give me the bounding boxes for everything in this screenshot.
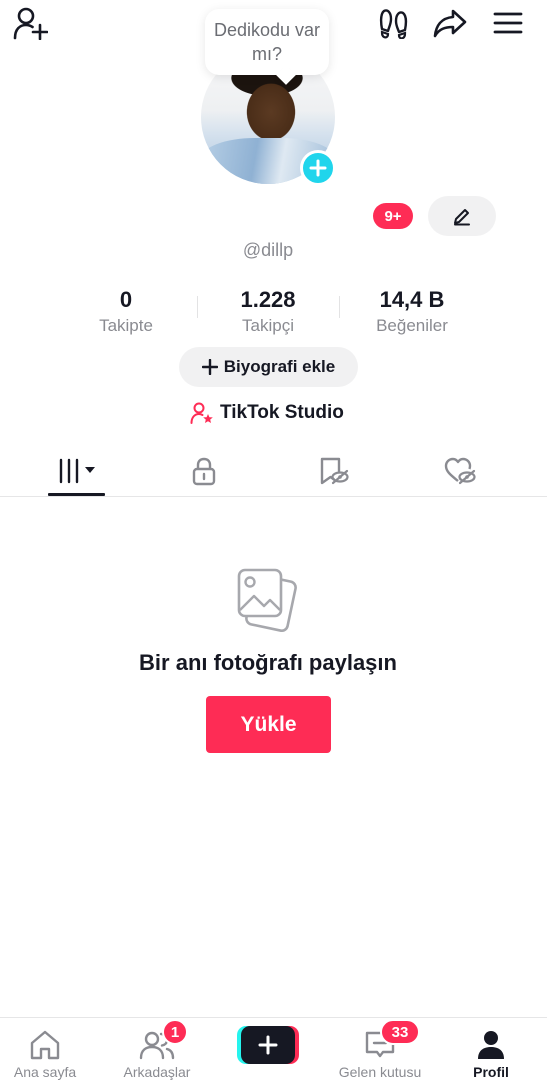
empty-state-title: Bir anı fotoğrafı paylaşın [139, 650, 397, 675]
upload-button-label: Yükle [240, 712, 297, 736]
inbox-badge-count: 33 [391, 1023, 409, 1041]
change-avatar-button[interactable] [300, 150, 336, 186]
stat-value: 0 [119, 287, 133, 312]
edit-profile-button[interactable] [428, 196, 496, 236]
nav-inbox-label: Gelen kutusu [338, 1064, 422, 1080]
home-icon [30, 1030, 60, 1060]
gossip-bubble-text: Dedikodu var mı? [213, 20, 321, 64]
add-bio-button[interactable]: Biyografi ekle [179, 347, 358, 387]
add-friend-icon [13, 7, 48, 40]
grid-icon [57, 458, 95, 484]
photo-icon [236, 566, 300, 633]
footprint-button[interactable] [372, 4, 416, 42]
tiktok-studio-label: TikTok Studio [220, 402, 344, 423]
create-plus-icon [237, 1026, 299, 1064]
profile-stats: 0 Takipte 1.228 Takipçi 14,4 B Beğeniler [54, 286, 484, 340]
tab-videos[interactable] [42, 446, 112, 496]
nav-friends-label: Arkadaşlar [123, 1064, 191, 1080]
stat-value: 14,4 B [379, 287, 445, 312]
nav-friends[interactable]: Arkadaşlar [113, 1018, 201, 1080]
plus-icon [309, 159, 327, 177]
notification-badge-count: 9+ [384, 207, 402, 225]
active-tab-indicator [48, 493, 105, 496]
nav-profile-label: Profil [473, 1064, 509, 1080]
inbox-badge: 33 [380, 1019, 420, 1045]
tab-favorites[interactable] [298, 446, 368, 496]
share-button[interactable] [428, 4, 472, 42]
stat-label: Beğeniler [376, 316, 448, 335]
favorites-icon [320, 457, 349, 485]
stat-followers[interactable]: 1.228 Takipçi [196, 286, 340, 337]
username: @dillp [242, 240, 294, 260]
tiktok-studio-link[interactable]: TikTok Studio [190, 400, 344, 426]
friends-badge: 1 [162, 1019, 188, 1045]
footprint-icon [379, 9, 408, 39]
stat-likes[interactable]: 14,4 B Beğeniler [340, 286, 484, 337]
stat-label: Takipte [99, 316, 153, 335]
tab-private[interactable] [169, 446, 239, 496]
tab-liked[interactable] [425, 446, 495, 496]
liked-icon [444, 457, 476, 485]
profile-icon [478, 1031, 504, 1059]
content-tabs [0, 446, 547, 497]
nav-home[interactable]: Ana sayfa [2, 1018, 88, 1080]
nav-profile[interactable]: Profil [456, 1018, 526, 1080]
pencil-icon [454, 209, 470, 226]
add-bio-label: Biyografi ekle [223, 357, 336, 376]
creator-star-icon [190, 402, 213, 424]
lock-icon [192, 457, 216, 486]
nav-home-label: Ana sayfa [13, 1064, 77, 1080]
notification-badge[interactable]: 9+ [373, 203, 413, 229]
upload-button[interactable]: Yükle [206, 696, 331, 753]
stat-value: 1.228 [240, 287, 296, 312]
create-button[interactable] [237, 1024, 299, 1066]
gossip-bubble[interactable]: Dedikodu var mı? [205, 9, 329, 75]
add-friend-button[interactable] [8, 4, 52, 42]
friends-badge-count: 1 [170, 1023, 180, 1041]
menu-button[interactable] [486, 4, 530, 42]
plus-icon [201, 359, 218, 375]
menu-icon [493, 12, 523, 34]
share-icon [433, 9, 467, 38]
stat-following[interactable]: 0 Takipte [54, 286, 198, 337]
stat-label: Takipçi [242, 316, 294, 335]
